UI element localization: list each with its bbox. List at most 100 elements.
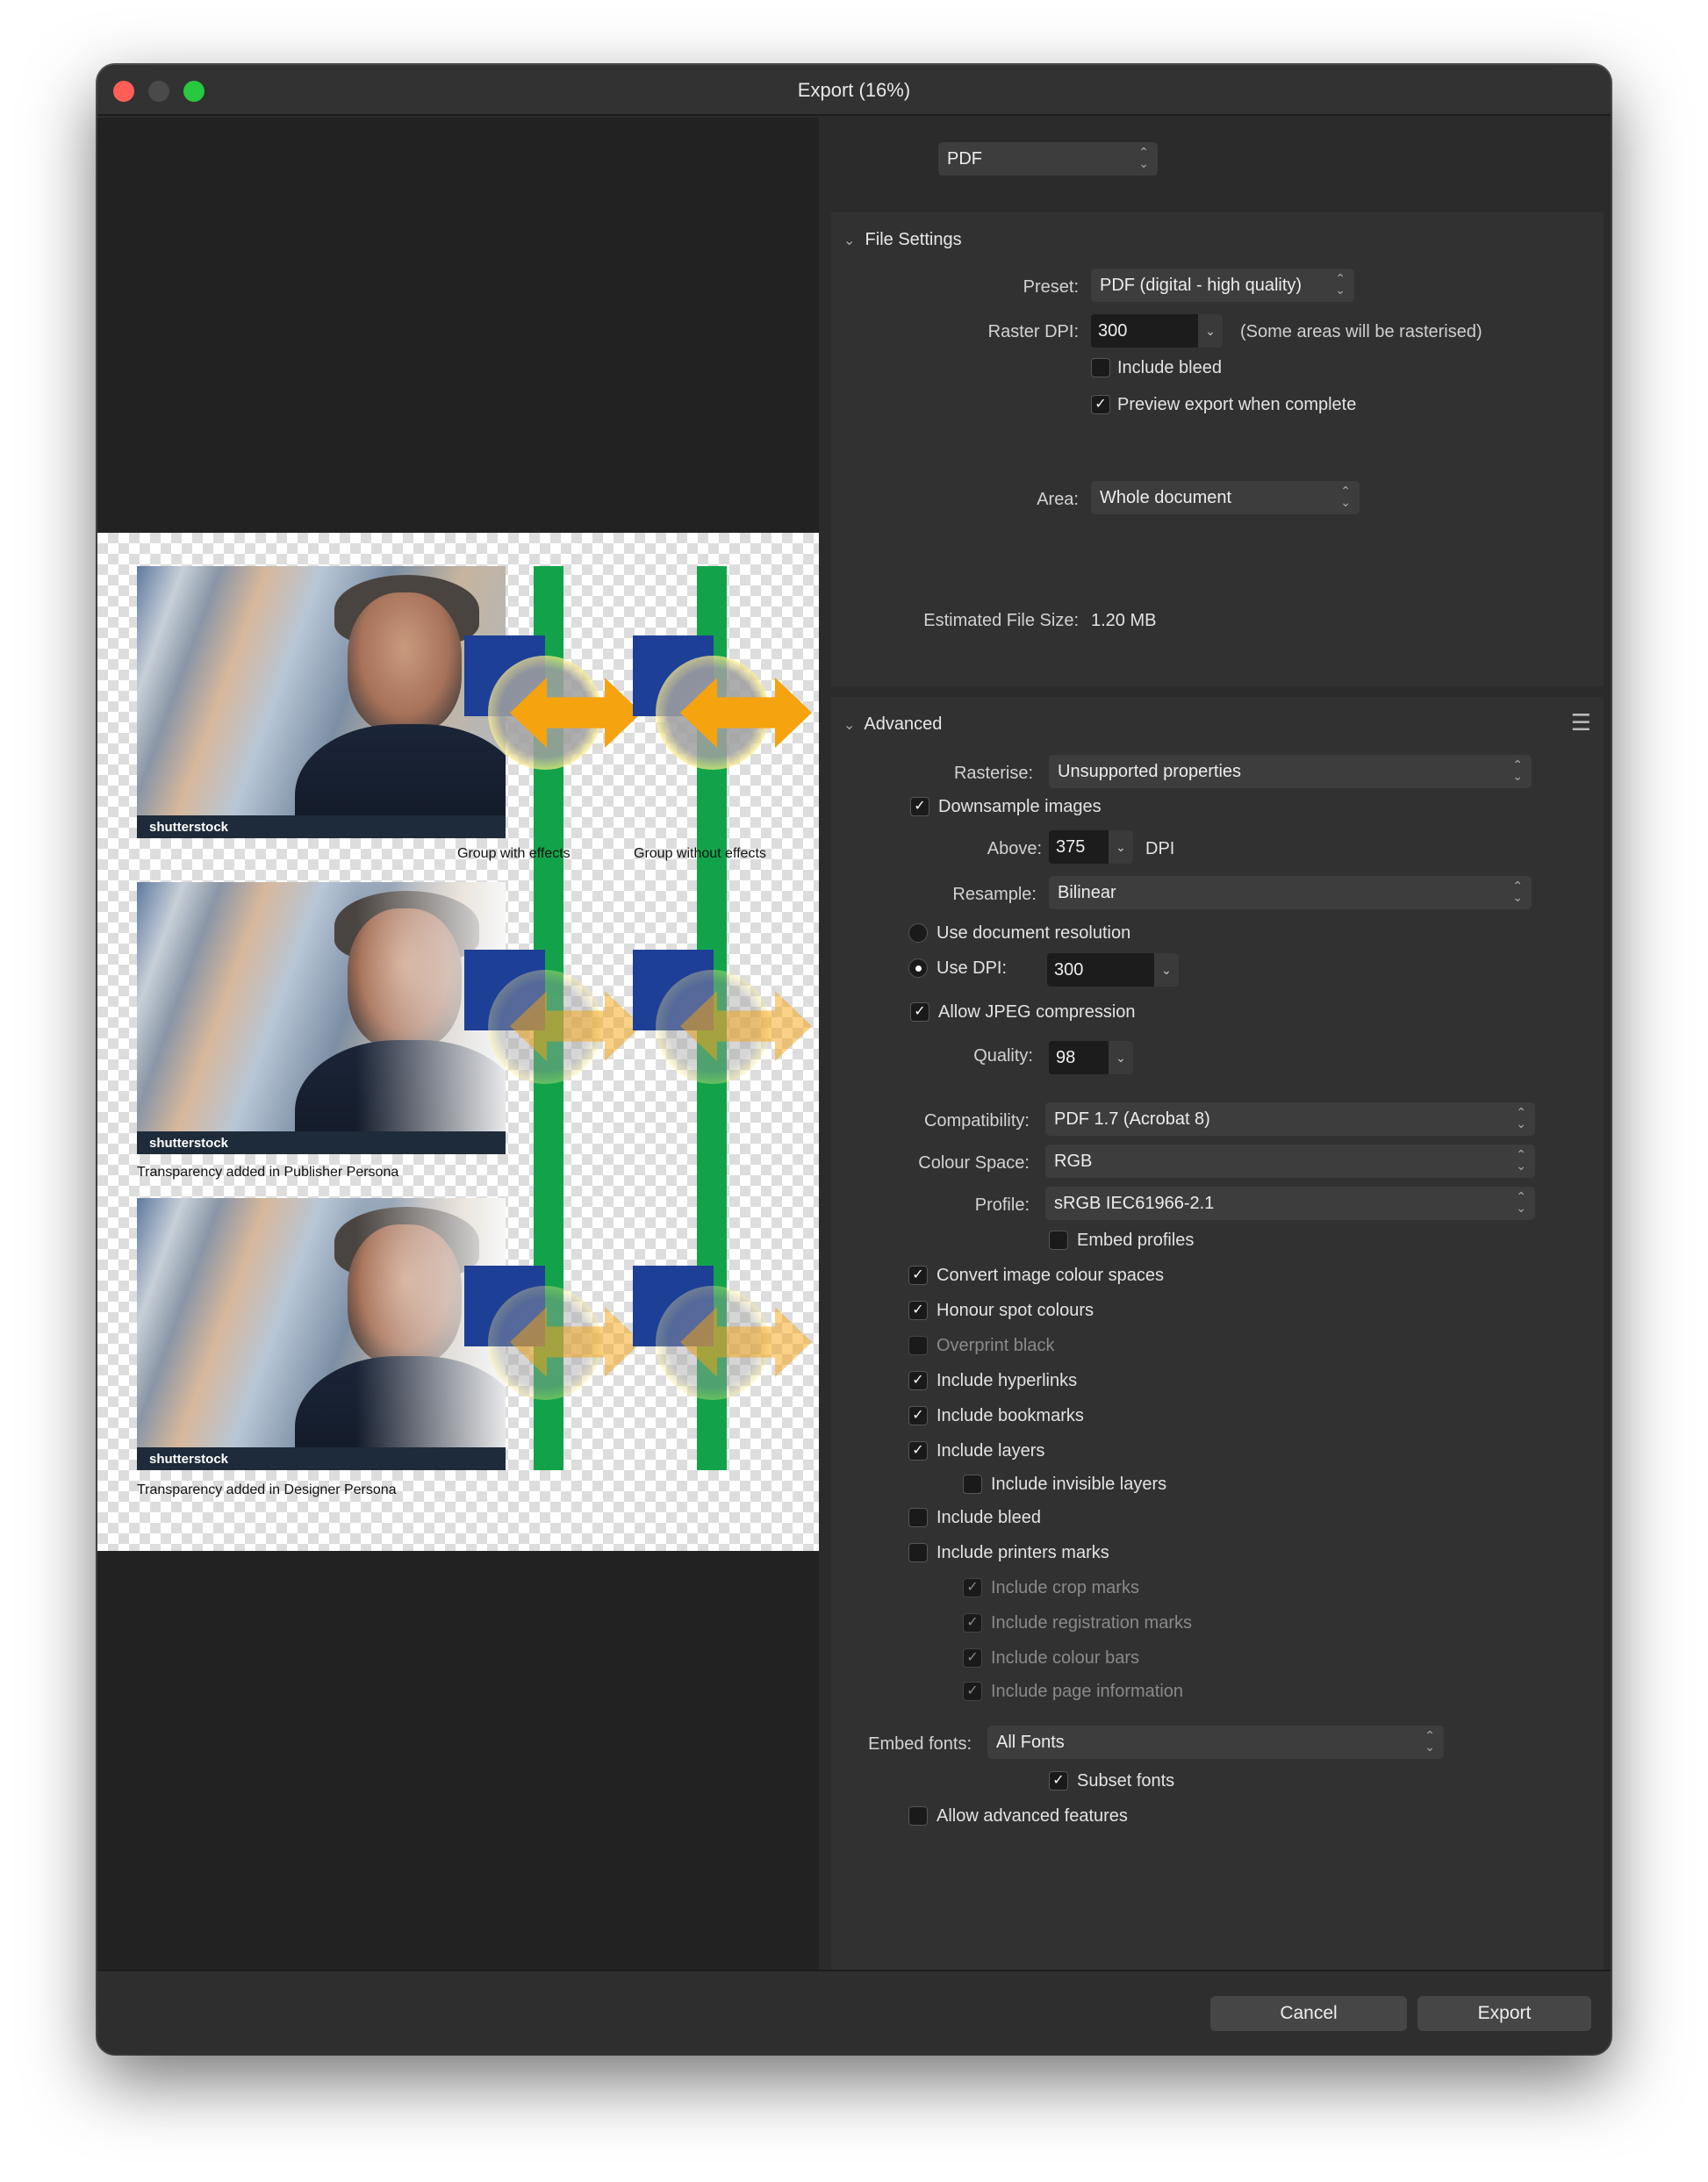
colour-bars-checkbox[interactable]: ✓ — [963, 1648, 982, 1668]
preset-select[interactable]: PDF (digital - high quality) ⌃ ⌄ — [1091, 269, 1354, 302]
convert-colour-label: Convert image colour spaces — [937, 1266, 1165, 1285]
area-label: Area: — [1037, 490, 1079, 509]
estimated-size-label: Estimated File Size: — [923, 611, 1079, 630]
caption-publisher: Transparency added in Publisher Persona — [137, 1165, 399, 1180]
raster-dpi-field[interactable]: 300 ⌄ — [1091, 314, 1223, 348]
include-printers-checkbox[interactable] — [908, 1543, 928, 1562]
include-bookmarks-label: Include bookmarks — [937, 1406, 1084, 1425]
colour-space-select[interactable]: RGB ⌃ ⌄ — [1045, 1145, 1535, 1178]
compatibility-select[interactable]: PDF 1.7 (Acrobat 8) ⌃ ⌄ — [1045, 1102, 1535, 1136]
portrait-photo: shutterstock — [137, 1198, 506, 1470]
advanced-header[interactable]: ⌄ Advanced — [843, 714, 942, 735]
updown-icon: ⌃ ⌄ — [1340, 484, 1351, 509]
portrait-photo: shutterstock — [137, 882, 506, 1154]
updown-icon: ⌃ ⌄ — [1512, 879, 1523, 904]
include-hyperlinks-label: Include hyperlinks — [937, 1371, 1078, 1390]
format-value: PDF — [947, 149, 982, 169]
format-select[interactable]: PDF ⌃ ⌄ — [938, 142, 1158, 176]
include-invisible-label: Include invisible layers — [991, 1475, 1167, 1494]
downsample-label: Downsample images — [938, 797, 1102, 816]
colour-bars-label: Include colour bars — [991, 1648, 1139, 1668]
colour-space-label: Colour Space: — [918, 1153, 1030, 1173]
menu-icon[interactable]: ☰ — [1571, 709, 1591, 736]
embed-fonts-label: Embed fonts: — [868, 1734, 972, 1754]
dialog-footer: Cancel Export — [97, 1970, 1611, 2054]
above-field[interactable]: 375 ⌄ — [1049, 830, 1133, 864]
use-document-resolution-label: Use document resolution — [937, 923, 1131, 943]
resample-label: Resample: — [952, 885, 1037, 904]
include-hyperlinks-checkbox[interactable]: ✓ — [908, 1371, 928, 1390]
watermark: shutterstock — [149, 820, 229, 835]
include-layers-label: Include layers — [937, 1441, 1045, 1461]
use-dpi-field[interactable]: 300 ⌄ — [1047, 953, 1179, 987]
include-bleed-checkbox[interactable] — [1091, 358, 1110, 377]
convert-colour-checkbox[interactable]: ✓ — [908, 1266, 928, 1285]
page-info-label: Include page information — [991, 1682, 1184, 1701]
include-layers-checkbox[interactable]: ✓ — [908, 1441, 928, 1461]
allow-jpeg-checkbox[interactable]: ✓ — [910, 1002, 929, 1022]
portrait-photo: shutterstock — [137, 566, 506, 838]
overprint-black-label: Overprint black — [937, 1336, 1055, 1355]
resample-select[interactable]: Bilinear ⌃ ⌄ — [1049, 876, 1532, 909]
export-dialog: Export (16%) shutterstock shutterstock s… — [97, 65, 1611, 2054]
use-dpi-radio[interactable] — [908, 958, 928, 978]
crop-marks-checkbox[interactable]: ✓ — [963, 1578, 982, 1597]
raster-note: (Some areas will be rasterised) — [1240, 322, 1482, 341]
overprint-black-checkbox[interactable] — [908, 1336, 928, 1355]
profile-label: Profile: — [974, 1195, 1030, 1215]
watermark: shutterstock — [149, 1136, 229, 1151]
window-title: Export (16%) — [797, 79, 911, 101]
area-select[interactable]: Whole document ⌃ ⌄ — [1091, 481, 1360, 514]
rasterise-label: Rasterise: — [953, 764, 1033, 783]
caption-designer: Transparency added in Designer Persona — [137, 1482, 397, 1497]
chevron-down-icon: ⌄ — [843, 233, 856, 248]
include-invisible-checkbox[interactable] — [963, 1475, 982, 1494]
embed-fonts-select[interactable]: All Fonts ⌃ ⌄ — [987, 1726, 1444, 1759]
rasterise-select[interactable]: Unsupported properties ⌃ ⌄ — [1049, 755, 1532, 788]
allow-advanced-checkbox[interactable] — [908, 1806, 928, 1826]
crop-marks-label: Include crop marks — [991, 1578, 1139, 1597]
profile-select[interactable]: sRGB IEC61966-2.1 ⌃ ⌄ — [1045, 1187, 1535, 1220]
export-button[interactable]: Export — [1417, 1996, 1591, 2031]
title-bar: Export (16%) — [97, 65, 1611, 116]
quality-field[interactable]: 98 ⌄ — [1049, 1041, 1133, 1074]
preview-export-checkbox[interactable]: ✓ — [1091, 395, 1110, 414]
dropdown-icon[interactable]: ⌄ — [1198, 314, 1223, 348]
honour-spot-checkbox[interactable]: ✓ — [908, 1301, 928, 1320]
advanced-section: ⌄ Advanced ☰ Rasterise: Unsupported prop… — [831, 697, 1604, 1970]
estimated-size-value: 1.20 MB — [1091, 611, 1157, 630]
file-settings-header[interactable]: ⌄ File Settings — [843, 230, 962, 250]
registration-marks-label: Include registration marks — [991, 1613, 1192, 1633]
quality-label: Quality: — [973, 1046, 1033, 1066]
include-bleed-adv-label: Include bleed — [937, 1508, 1041, 1527]
include-bleed-label: Include bleed — [1117, 358, 1222, 377]
cancel-button[interactable]: Cancel — [1210, 1996, 1407, 2031]
include-bleed-adv-checkbox[interactable] — [908, 1508, 928, 1527]
raster-dpi-label: Raster DPI: — [987, 322, 1079, 341]
honour-spot-label: Honour spot colours — [937, 1301, 1094, 1320]
page-info-checkbox[interactable]: ✓ — [963, 1682, 982, 1701]
dropdown-icon[interactable]: ⌄ — [1154, 953, 1179, 987]
updown-icon: ⌃ ⌄ — [1512, 757, 1523, 783]
subset-fonts-checkbox[interactable]: ✓ — [1049, 1771, 1068, 1791]
allow-advanced-label: Allow advanced features — [937, 1806, 1128, 1826]
embed-profiles-checkbox[interactable] — [1049, 1231, 1068, 1250]
file-settings-section: ⌄ File Settings Preset: PDF (digital - h… — [831, 212, 1604, 686]
chevron-down-icon: ⌄ — [843, 718, 856, 733]
dropdown-icon[interactable]: ⌄ — [1109, 1041, 1133, 1074]
settings-pane: PDF ⌃ ⌄ ⌄ File Settings Preset: PDF (digit… — [822, 118, 1611, 1970]
caption-group-without: Group without effects — [634, 846, 766, 861]
compatibility-label: Compatibility: — [923, 1111, 1030, 1130]
include-printers-label: Include printers marks — [937, 1543, 1109, 1562]
updown-icon: ⌃ ⌄ — [1516, 1105, 1526, 1130]
updown-icon: ⌃ ⌄ — [1516, 1147, 1526, 1173]
allow-jpeg-label: Allow JPEG compression — [938, 1002, 1136, 1022]
use-dpi-label: Use DPI: — [937, 958, 1008, 978]
preview-export-label: Preview export when complete — [1117, 395, 1357, 414]
dropdown-icon[interactable]: ⌄ — [1109, 830, 1133, 864]
include-bookmarks-checkbox[interactable]: ✓ — [908, 1406, 928, 1425]
updown-icon: ⌃ ⌄ — [1138, 145, 1149, 170]
downsample-checkbox[interactable]: ✓ — [910, 797, 929, 816]
registration-marks-checkbox[interactable]: ✓ — [963, 1613, 982, 1633]
use-document-resolution-radio[interactable] — [908, 923, 928, 943]
